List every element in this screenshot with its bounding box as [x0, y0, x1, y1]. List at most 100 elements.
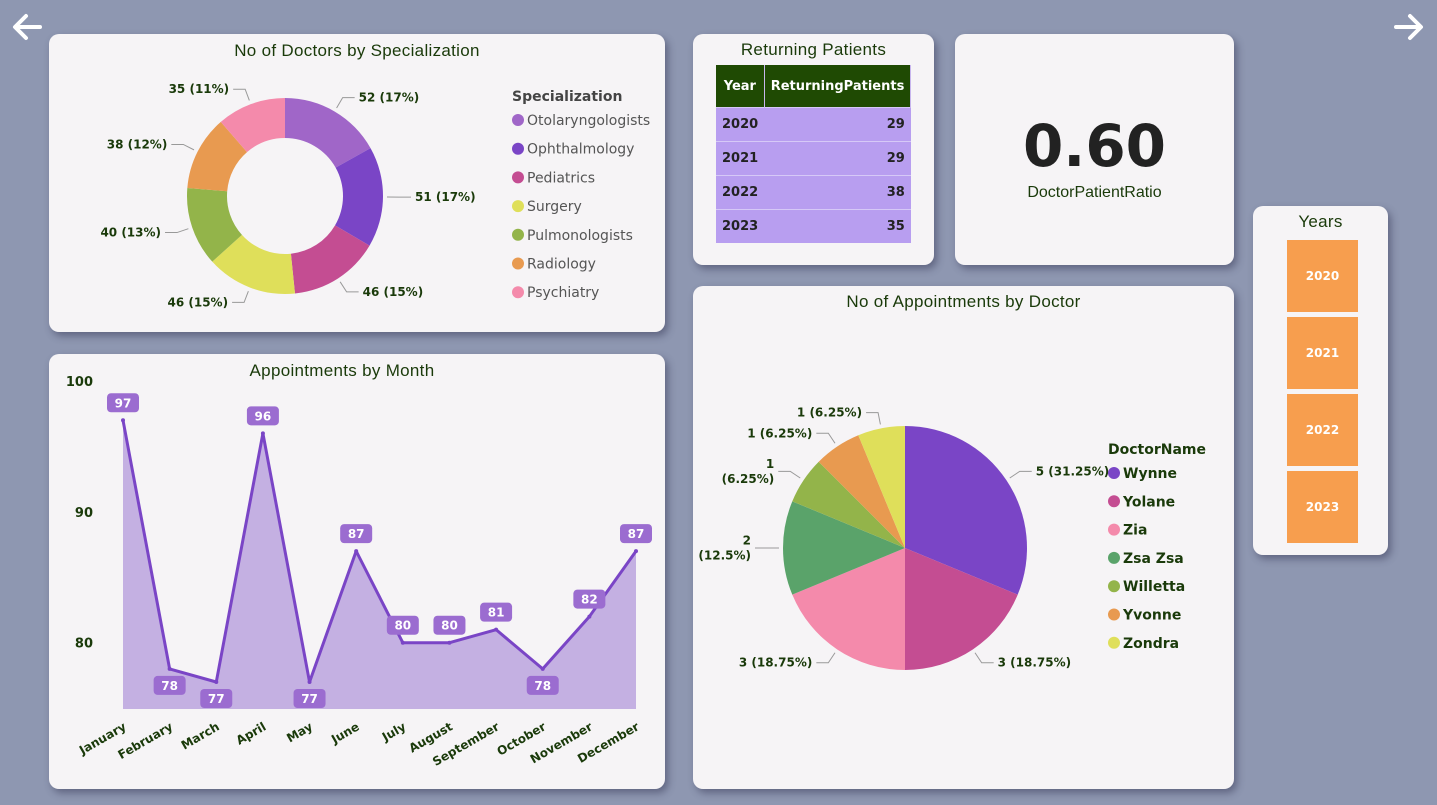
data-point: [494, 627, 499, 632]
kpi-label: DoctorPatientRatio: [1027, 184, 1162, 201]
data-label: 97: [115, 396, 132, 410]
value-cell: 29: [764, 141, 911, 176]
year-option-2022[interactable]: 2022: [1287, 394, 1358, 466]
table-row: 2020 29: [716, 107, 911, 142]
legend-item-zondra[interactable]: Zondra: [1123, 636, 1179, 652]
data-label: 38 (12%): [107, 137, 168, 151]
leader-line: [778, 470, 801, 479]
data-label: 2: [743, 534, 751, 548]
value-cell: 38: [764, 175, 911, 210]
legend-item-zsa-zsa[interactable]: Zsa Zsa: [1123, 551, 1184, 567]
leader-line: [232, 291, 249, 303]
kpi-card: 0.60 DoctorPatientRatio: [955, 34, 1234, 265]
legend-marker: [1108, 580, 1120, 593]
data-label: 87: [628, 527, 645, 541]
data-label: (6.25%): [722, 472, 775, 486]
appointments-by-doctor-card: No of Appointments by Doctor 5 (31.25%) 3…: [693, 286, 1234, 789]
leader-line: [866, 412, 881, 425]
legend-item-psychiatry[interactable]: Psychiatry: [527, 285, 599, 301]
legend-item-zia[interactable]: Zia: [1123, 523, 1147, 539]
returning-patients-card: Returning Patients Year ReturningPatient…: [693, 34, 934, 265]
leader-line: [171, 143, 195, 151]
data-label: 52 (17%): [359, 91, 420, 105]
data-point: [540, 666, 545, 671]
data-label: 77: [208, 692, 225, 706]
y-tick-label: 80: [75, 637, 93, 652]
legend-item-yolane[interactable]: Yolane: [1122, 494, 1175, 510]
specialization-card: No of Doctors by Specialization 52 (17%)…: [49, 34, 665, 332]
year-cell: 2020: [716, 107, 765, 142]
data-point: [634, 549, 638, 554]
legend-marker: [1108, 523, 1120, 536]
returning-patients-title: Returning Patients: [740, 40, 887, 59]
legend-item-otolaryngologists[interactable]: Otolaryngologists: [527, 113, 650, 129]
y-tick-label: 100: [66, 375, 93, 390]
data-label: 1 (6.25%): [797, 406, 862, 420]
table-row: 2023 35: [716, 209, 911, 243]
years-slicer: Years 2020 2021 2022 2023: [1253, 206, 1388, 555]
legend-marker: [512, 257, 524, 270]
data-point: [447, 640, 452, 645]
data-label: 3 (18.75%): [998, 656, 1071, 670]
legend-title: DoctorName: [1108, 442, 1206, 458]
y-tick-label: 90: [75, 506, 93, 521]
appointments-by-month-card: Appointments by Month 80 90 100 97 January 78…: [49, 354, 665, 789]
data-label: 81: [488, 606, 505, 620]
legend-marker: [1108, 551, 1120, 564]
specialization-donut-chart[interactable]: 52 (17%) 51 (17%) 46 (15%) 46 (15%) 40 (13%)…: [49, 34, 665, 332]
appointments-area-chart[interactable]: 809010097January78February77March96April…: [49, 354, 665, 789]
forward-arrow-icon[interactable]: [1392, 10, 1426, 44]
value-cell: 29: [764, 107, 911, 142]
legend-item-radiology[interactable]: Radiology: [527, 257, 596, 273]
leader-line: [339, 281, 359, 293]
legend-item-wynne[interactable]: Wynne: [1123, 466, 1177, 482]
returning-patients-table: Year ReturningPatients 2020 29 2021 29 2…: [716, 65, 912, 243]
data-label: 96: [255, 409, 272, 423]
legend-marker: [512, 114, 524, 126]
data-label: 87: [348, 527, 365, 541]
back-arrow-icon[interactable]: [10, 10, 44, 44]
leader-line: [336, 97, 355, 109]
legend-title: Specialization: [512, 89, 622, 105]
table-row: 2022 38: [716, 175, 911, 210]
year-cell: 2022: [716, 175, 765, 210]
year-option-2021[interactable]: 2021: [1287, 317, 1358, 389]
appointments-pie-chart[interactable]: 5 (31.25%) 3 (18.75%) 3 (18.75%) 2(12.5%) 1(…: [693, 286, 1234, 789]
legend-marker: [1108, 636, 1120, 649]
legend-marker: [512, 228, 524, 241]
x-tick-label: July: [379, 719, 409, 744]
legend-item-pulmonologists[interactable]: Pulmonologists: [527, 228, 633, 244]
data-point: [587, 614, 592, 619]
legend-marker: [1108, 608, 1120, 621]
year-cell: 2021: [716, 141, 765, 176]
legend-marker: [512, 142, 524, 155]
data-label: 1 (6.25%): [747, 426, 812, 440]
data-label: 46 (15%): [167, 295, 228, 309]
legend-item-willetta[interactable]: Willetta: [1123, 579, 1185, 595]
year-option-2023[interactable]: 2023: [1287, 471, 1358, 543]
data-label: 77: [301, 692, 318, 706]
data-label: 78: [161, 679, 178, 693]
data-point: [400, 640, 405, 645]
legend-item-yvonne[interactable]: Yvonne: [1122, 608, 1181, 624]
legend-item-pediatrics[interactable]: Pediatrics: [527, 170, 595, 186]
leader-line: [816, 432, 836, 444]
year-option-2020[interactable]: 2020: [1287, 240, 1358, 312]
data-point: [260, 431, 265, 436]
legend-item-ophthalmology[interactable]: Ophthalmology: [527, 142, 634, 158]
area-fill: [123, 420, 636, 709]
legend-marker: [512, 171, 524, 184]
kpi-value: 0.60: [1022, 112, 1167, 180]
data-point: [121, 418, 125, 423]
data-label: 46 (15%): [363, 285, 424, 299]
column-header-returning[interactable]: ReturningPatients: [764, 65, 912, 108]
column-header-year[interactable]: Year: [716, 65, 765, 108]
data-point: [167, 666, 172, 671]
data-label: 1: [766, 457, 774, 471]
data-label: 3 (18.75%): [739, 656, 812, 670]
legend-item-surgery[interactable]: Surgery: [527, 199, 582, 215]
legend-marker: [512, 286, 524, 299]
data-point: [214, 680, 219, 684]
leader-line: [974, 652, 994, 664]
data-label: (12.5%): [698, 549, 751, 563]
